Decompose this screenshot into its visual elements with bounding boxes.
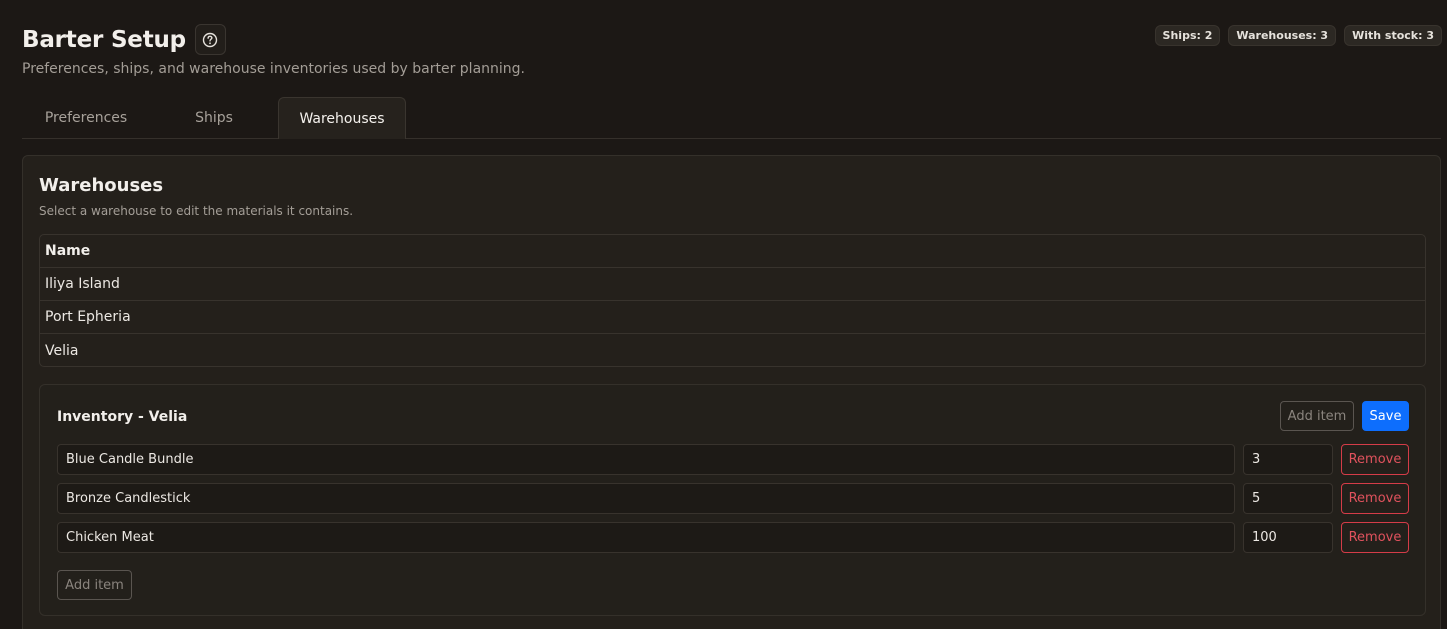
table-row[interactable]: Port Epheria bbox=[40, 301, 1425, 334]
inventory-title: Inventory - Velia bbox=[57, 409, 188, 425]
remove-item-button[interactable]: Remove bbox=[1341, 483, 1409, 514]
ships-count-badge: Ships: 2 bbox=[1154, 25, 1221, 46]
tab-bar: Preferences Ships Warehouses bbox=[22, 97, 1441, 139]
summary-badges: Ships: 2 Warehouses: 3 With stock: 3 bbox=[1154, 25, 1442, 46]
header: Barter Setup bbox=[22, 24, 226, 55]
page-subtitle: Preferences, ships, and warehouse invent… bbox=[22, 61, 525, 77]
page-title: Barter Setup bbox=[22, 26, 186, 53]
save-button[interactable]: Save bbox=[1362, 401, 1409, 431]
barter-setup-page: Barter Setup Preferences, ships, and war… bbox=[0, 0, 1447, 629]
item-name-input[interactable]: Blue Candle Bundle bbox=[57, 444, 1235, 475]
table-header-name: Name bbox=[40, 235, 1425, 268]
inventory-item-row: Bronze Candlestick 5 Remove bbox=[57, 483, 1409, 514]
item-quantity-input[interactable]: 3 bbox=[1243, 444, 1333, 475]
warehouses-count-badge: Warehouses: 3 bbox=[1228, 25, 1337, 46]
tab-ships[interactable]: Ships bbox=[150, 97, 278, 139]
add-item-button-top[interactable]: Add item bbox=[1280, 401, 1354, 431]
add-item-button-bottom[interactable]: Add item bbox=[57, 570, 132, 600]
question-circle-icon bbox=[203, 32, 218, 47]
warehouse-table: Name Iliya Island Port Epheria Velia bbox=[39, 234, 1426, 367]
item-quantity-input[interactable]: 100 bbox=[1243, 522, 1333, 553]
inventory-item-row: Blue Candle Bundle 3 Remove bbox=[57, 444, 1409, 475]
tab-warehouses[interactable]: Warehouses bbox=[278, 97, 406, 139]
tab-preferences[interactable]: Preferences bbox=[22, 97, 150, 139]
inventory-item-row: Chicken Meat 100 Remove bbox=[57, 522, 1409, 553]
help-button[interactable] bbox=[194, 24, 226, 55]
item-name-input[interactable]: Chicken Meat bbox=[57, 522, 1235, 553]
table-row[interactable]: Velia bbox=[40, 334, 1425, 366]
inventory-card: Inventory - Velia Add item Save Blue Can… bbox=[39, 384, 1426, 616]
table-row[interactable]: Iliya Island bbox=[40, 268, 1425, 301]
warehouses-panel: Warehouses Select a warehouse to edit th… bbox=[22, 155, 1441, 629]
with-stock-badge: With stock: 3 bbox=[1344, 25, 1442, 46]
section-description: Select a warehouse to edit the materials… bbox=[39, 204, 354, 218]
section-title: Warehouses bbox=[39, 175, 164, 196]
item-quantity-input[interactable]: 5 bbox=[1243, 483, 1333, 514]
remove-item-button[interactable]: Remove bbox=[1341, 522, 1409, 553]
item-name-input[interactable]: Bronze Candlestick bbox=[57, 483, 1235, 514]
remove-item-button[interactable]: Remove bbox=[1341, 444, 1409, 475]
